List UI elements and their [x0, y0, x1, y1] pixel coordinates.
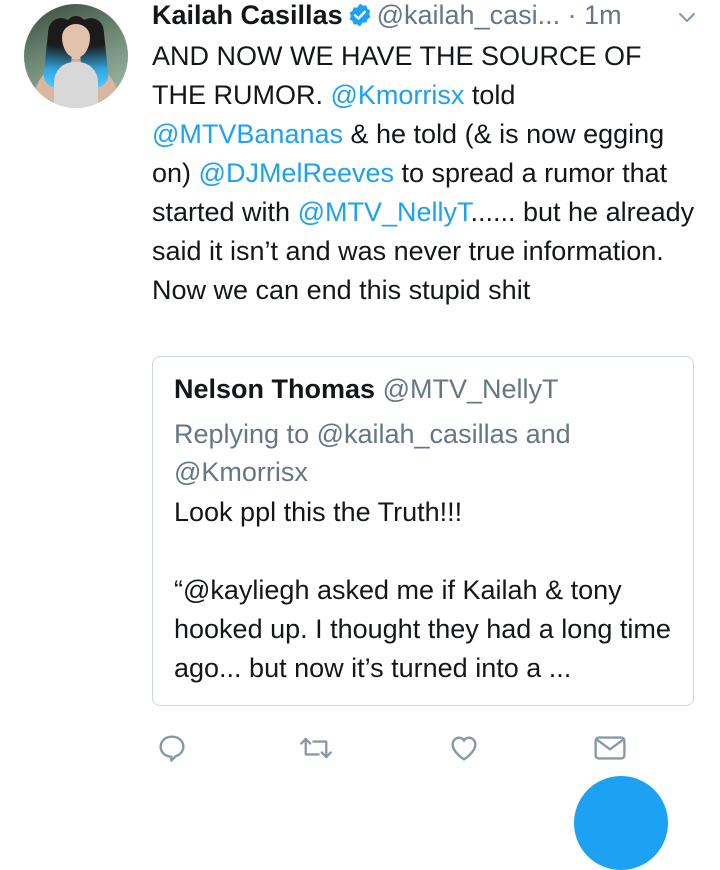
action-bar: [0, 728, 720, 768]
chevron-down-icon[interactable]: [676, 6, 698, 33]
quote-replying-to: Replying to @kailah_casillas and @Kmorri…: [174, 419, 571, 487]
quote-author-name: Nelson Thomas: [174, 374, 376, 404]
tweet-text-segment: told: [464, 80, 516, 110]
author-name[interactable]: Kailah Casillas: [152, 0, 343, 30]
quote-text-line: Look ppl this the Truth!!!: [174, 497, 463, 527]
quote-text-gap: [174, 532, 679, 571]
quoted-tweet[interactable]: Nelson Thomas @MTV_NellyT Replying to @k…: [152, 356, 694, 706]
quote-header: Nelson Thomas @MTV_NellyT: [174, 373, 558, 405]
heart-icon[interactable]: [444, 728, 484, 768]
separator-dot: ·: [567, 0, 577, 30]
mention-link[interactable]: @MTVBananas: [152, 119, 343, 149]
mention-link[interactable]: @Kmorrisx: [331, 80, 465, 110]
avatar-head: [62, 16, 90, 58]
avatar-body: [54, 62, 98, 108]
avatar[interactable]: [24, 4, 128, 108]
author-handle[interactable]: @kailah_casi...: [377, 0, 561, 30]
tweet-time[interactable]: 1m: [584, 0, 622, 30]
mention-link[interactable]: @DJMelReeves: [199, 158, 394, 188]
tweet-text: AND NOW WE HAVE THE SOURCE OF THE RUMOR.…: [152, 37, 702, 310]
mail-icon[interactable]: [590, 728, 630, 768]
retweet-icon[interactable]: [296, 728, 336, 768]
reply-icon[interactable]: [152, 728, 192, 768]
quote-body: Look ppl this the Truth!!! “@kayliegh as…: [174, 493, 679, 688]
mention-link[interactable]: @MTV_NellyT: [298, 197, 471, 227]
compose-fab-button[interactable]: [574, 776, 668, 870]
verified-badge-icon: [347, 2, 373, 34]
tweet-header: Kailah Casillas @kailah_casi... · 1m: [152, 0, 712, 34]
quote-author-handle: @MTV_NellyT: [382, 374, 559, 404]
quote-text-line: “@kayliegh asked me if Kailah & tony hoo…: [174, 575, 671, 683]
